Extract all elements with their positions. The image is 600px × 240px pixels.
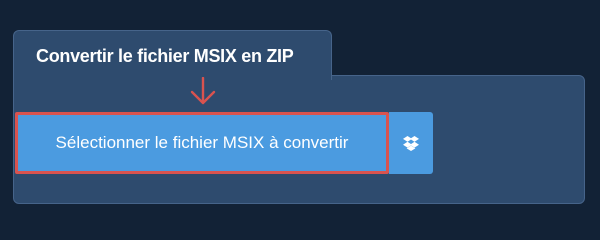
select-file-button[interactable]: Sélectionner le fichier MSIX à convertir [15,112,389,174]
converter-tab: Convertir le fichier MSIX en ZIP [13,30,332,80]
arrow-down-icon [190,77,216,105]
dropbox-icon [403,135,419,151]
dropbox-button[interactable] [389,112,433,174]
select-file-label: Sélectionner le fichier MSIX à convertir [55,133,349,152]
tab-title: Convertir le fichier MSIX en ZIP [36,46,294,66]
